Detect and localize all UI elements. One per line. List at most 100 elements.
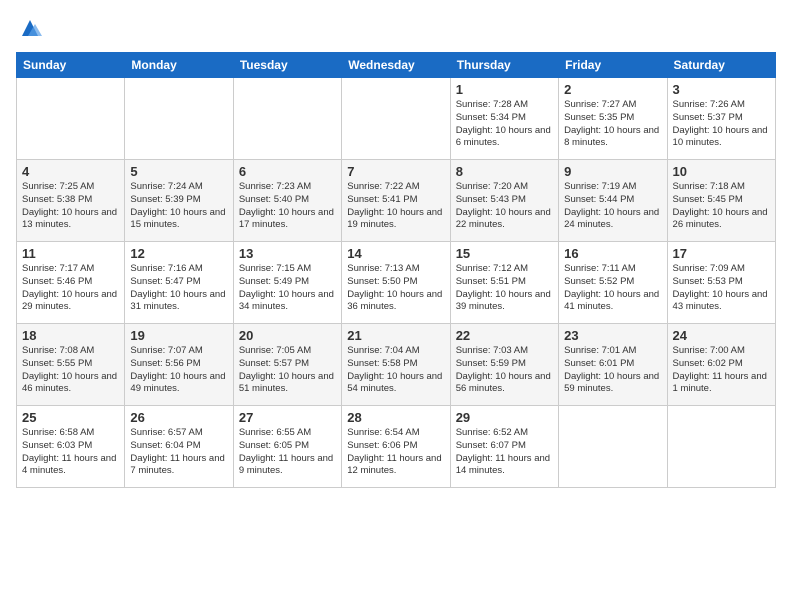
calendar-cell: 22 Sunrise: 7:03 AM Sunset: 5:59 PM Dayli… (450, 324, 558, 406)
day-info: Sunrise: 6:58 AM Sunset: 6:03 PM Dayligh… (22, 427, 119, 478)
day-of-week-header: Monday (125, 53, 233, 78)
calendar-week-row: 18 Sunrise: 7:08 AM Sunset: 5:55 PM Dayli… (17, 324, 776, 406)
day-info: Sunrise: 7:09 AM Sunset: 5:53 PM Dayligh… (673, 263, 770, 314)
calendar-week-row: 11 Sunrise: 7:17 AM Sunset: 5:46 PM Dayli… (17, 242, 776, 324)
day-info: Sunrise: 7:12 AM Sunset: 5:51 PM Dayligh… (456, 263, 553, 314)
calendar-cell: 28 Sunrise: 6:54 AM Sunset: 6:06 PM Dayli… (342, 406, 450, 488)
day-number: 7 (347, 164, 444, 179)
calendar-cell: 26 Sunrise: 6:57 AM Sunset: 6:04 PM Dayli… (125, 406, 233, 488)
calendar-cell: 10Sunrise: 7:18 AM Sunset: 5:45 PM Dayli… (667, 160, 775, 242)
day-info: Sunrise: 7:18 AM Sunset: 5:45 PM Dayligh… (673, 181, 770, 232)
calendar-cell (17, 78, 125, 160)
calendar-table: SundayMondayTuesdayWednesdayThursdayFrid… (16, 52, 776, 488)
day-info: Sunrise: 7:22 AM Sunset: 5:41 PM Dayligh… (347, 181, 444, 232)
day-info: Sunrise: 7:03 AM Sunset: 5:59 PM Dayligh… (456, 345, 553, 396)
calendar-cell: 12 Sunrise: 7:16 AM Sunset: 5:47 PM Dayli… (125, 242, 233, 324)
day-info: Sunrise: 7:00 AM Sunset: 6:02 PM Dayligh… (673, 345, 770, 396)
day-number: 21 (347, 328, 444, 343)
day-number: 19 (130, 328, 227, 343)
day-info: Sunrise: 6:55 AM Sunset: 6:05 PM Dayligh… (239, 427, 336, 478)
day-number: 14 (347, 246, 444, 261)
calendar-cell: 20Sunrise: 7:05 AM Sunset: 5:57 PM Dayli… (233, 324, 341, 406)
day-info: Sunrise: 7:27 AM Sunset: 5:35 PM Dayligh… (564, 99, 661, 150)
logo (16, 16, 42, 40)
calendar-cell: 11 Sunrise: 7:17 AM Sunset: 5:46 PM Dayli… (17, 242, 125, 324)
day-number: 1 (456, 82, 553, 97)
calendar-header-row: SundayMondayTuesdayWednesdayThursdayFrid… (17, 53, 776, 78)
day-of-week-header: Friday (559, 53, 667, 78)
day-info: Sunrise: 7:15 AM Sunset: 5:49 PM Dayligh… (239, 263, 336, 314)
day-info: Sunrise: 7:13 AM Sunset: 5:50 PM Dayligh… (347, 263, 444, 314)
calendar-cell: 21 Sunrise: 7:04 AM Sunset: 5:58 PM Dayli… (342, 324, 450, 406)
calendar-cell (667, 406, 775, 488)
day-info: Sunrise: 6:54 AM Sunset: 6:06 PM Dayligh… (347, 427, 444, 478)
day-number: 6 (239, 164, 336, 179)
day-info: Sunrise: 6:57 AM Sunset: 6:04 PM Dayligh… (130, 427, 227, 478)
calendar-cell: 16 Sunrise: 7:11 AM Sunset: 5:52 PM Dayli… (559, 242, 667, 324)
calendar-cell: 9 Sunrise: 7:19 AM Sunset: 5:44 PM Daylig… (559, 160, 667, 242)
day-number: 8 (456, 164, 553, 179)
calendar-cell: 5Sunrise: 7:24 AM Sunset: 5:39 PM Daylig… (125, 160, 233, 242)
day-info: Sunrise: 6:52 AM Sunset: 6:07 PM Dayligh… (456, 427, 553, 478)
calendar-cell: 17 Sunrise: 7:09 AM Sunset: 5:53 PM Dayli… (667, 242, 775, 324)
day-info: Sunrise: 7:25 AM Sunset: 5:38 PM Dayligh… (22, 181, 119, 232)
day-number: 29 (456, 410, 553, 425)
calendar-cell (342, 78, 450, 160)
day-info: Sunrise: 7:17 AM Sunset: 5:46 PM Dayligh… (22, 263, 119, 314)
calendar-cell: 4 Sunrise: 7:25 AM Sunset: 5:38 PM Daylig… (17, 160, 125, 242)
calendar-week-row: 4 Sunrise: 7:25 AM Sunset: 5:38 PM Daylig… (17, 160, 776, 242)
day-number: 3 (673, 82, 770, 97)
day-info: Sunrise: 7:16 AM Sunset: 5:47 PM Dayligh… (130, 263, 227, 314)
logo-icon (18, 16, 42, 40)
day-info: Sunrise: 7:28 AM Sunset: 5:34 PM Dayligh… (456, 99, 553, 150)
calendar-cell: 6Sunrise: 7:23 AM Sunset: 5:40 PM Daylig… (233, 160, 341, 242)
day-number: 23 (564, 328, 661, 343)
page-header (16, 16, 776, 40)
calendar-cell: 24Sunrise: 7:00 AM Sunset: 6:02 PM Dayli… (667, 324, 775, 406)
day-info: Sunrise: 7:07 AM Sunset: 5:56 PM Dayligh… (130, 345, 227, 396)
calendar-week-row: 25 Sunrise: 6:58 AM Sunset: 6:03 PM Dayli… (17, 406, 776, 488)
calendar-cell: 1 Sunrise: 7:28 AM Sunset: 5:34 PM Daylig… (450, 78, 558, 160)
calendar-cell: 3 Sunrise: 7:26 AM Sunset: 5:37 PM Daylig… (667, 78, 775, 160)
calendar-cell (233, 78, 341, 160)
day-info: Sunrise: 7:11 AM Sunset: 5:52 PM Dayligh… (564, 263, 661, 314)
day-number: 25 (22, 410, 119, 425)
calendar-cell: 18 Sunrise: 7:08 AM Sunset: 5:55 PM Dayli… (17, 324, 125, 406)
calendar-cell: 27 Sunrise: 6:55 AM Sunset: 6:05 PM Dayli… (233, 406, 341, 488)
day-info: Sunrise: 7:26 AM Sunset: 5:37 PM Dayligh… (673, 99, 770, 150)
day-number: 13 (239, 246, 336, 261)
day-of-week-header: Saturday (667, 53, 775, 78)
day-number: 17 (673, 246, 770, 261)
calendar-cell: 14 Sunrise: 7:13 AM Sunset: 5:50 PM Dayli… (342, 242, 450, 324)
day-number: 28 (347, 410, 444, 425)
day-info: Sunrise: 7:05 AM Sunset: 5:57 PM Dayligh… (239, 345, 336, 396)
day-info: Sunrise: 7:24 AM Sunset: 5:39 PM Dayligh… (130, 181, 227, 232)
calendar-cell: 15Sunrise: 7:12 AM Sunset: 5:51 PM Dayli… (450, 242, 558, 324)
calendar-cell: 19 Sunrise: 7:07 AM Sunset: 5:56 PM Dayli… (125, 324, 233, 406)
day-number: 16 (564, 246, 661, 261)
day-number: 18 (22, 328, 119, 343)
day-info: Sunrise: 7:04 AM Sunset: 5:58 PM Dayligh… (347, 345, 444, 396)
day-number: 4 (22, 164, 119, 179)
calendar-cell (559, 406, 667, 488)
calendar-cell: 23 Sunrise: 7:01 AM Sunset: 6:01 PM Dayli… (559, 324, 667, 406)
calendar-cell: 25 Sunrise: 6:58 AM Sunset: 6:03 PM Dayli… (17, 406, 125, 488)
day-number: 12 (130, 246, 227, 261)
day-info: Sunrise: 7:20 AM Sunset: 5:43 PM Dayligh… (456, 181, 553, 232)
day-of-week-header: Thursday (450, 53, 558, 78)
day-number: 11 (22, 246, 119, 261)
day-info: Sunrise: 7:08 AM Sunset: 5:55 PM Dayligh… (22, 345, 119, 396)
day-info: Sunrise: 7:19 AM Sunset: 5:44 PM Dayligh… (564, 181, 661, 232)
day-number: 9 (564, 164, 661, 179)
calendar-cell: 8 Sunrise: 7:20 AM Sunset: 5:43 PM Daylig… (450, 160, 558, 242)
calendar-week-row: 1 Sunrise: 7:28 AM Sunset: 5:34 PM Daylig… (17, 78, 776, 160)
day-number: 27 (239, 410, 336, 425)
day-of-week-header: Wednesday (342, 53, 450, 78)
day-number: 22 (456, 328, 553, 343)
day-number: 26 (130, 410, 227, 425)
day-of-week-header: Sunday (17, 53, 125, 78)
calendar-cell: 29 Sunrise: 6:52 AM Sunset: 6:07 PM Dayli… (450, 406, 558, 488)
calendar-cell: 2Sunrise: 7:27 AM Sunset: 5:35 PM Daylig… (559, 78, 667, 160)
day-of-week-header: Tuesday (233, 53, 341, 78)
day-info: Sunrise: 7:01 AM Sunset: 6:01 PM Dayligh… (564, 345, 661, 396)
